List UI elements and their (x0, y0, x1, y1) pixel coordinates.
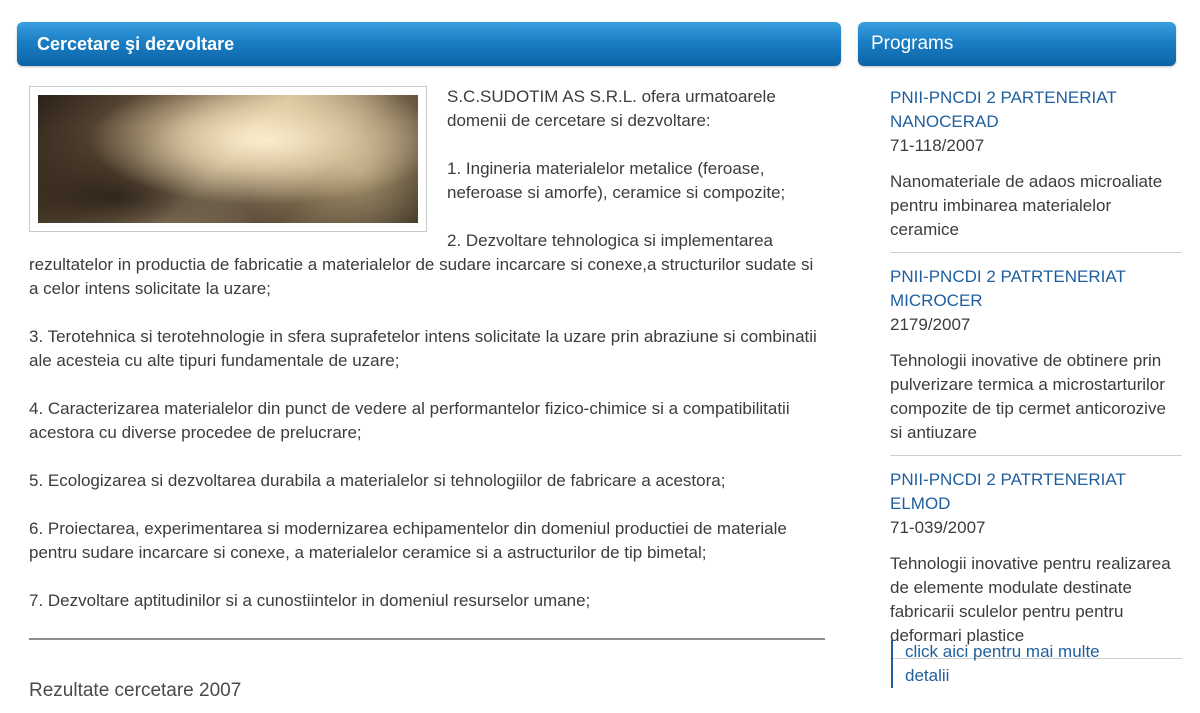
research-item-7: 7. Dezvoltare aptitudinilor si a cunosti… (29, 591, 591, 610)
section-title: Cercetare şi dezvoltare (37, 34, 235, 54)
program-divider (890, 455, 1182, 456)
research-item-5: 5. Ecologizarea si dezvoltarea durabila … (29, 471, 726, 490)
content-divider (29, 638, 825, 640)
research-item-4: 4. Caracterizarea materialelor din punct… (29, 399, 790, 442)
section-header-research: Cercetare şi dezvoltare (17, 22, 841, 66)
welding-sparks-image (38, 95, 418, 223)
program-description: Nanomateriale de adaos microaliate pentr… (890, 172, 1163, 239)
program-item: PNII-PNCDI 2 PATRTENERIAT ELMOD 71-039/2… (890, 468, 1182, 648)
programs-title: Programs (871, 33, 954, 54)
more-details-link[interactable]: click aici pentru mai multe detalii (891, 640, 1105, 688)
research-item-6: 6. Proiectarea, experimentarea si modern… (29, 519, 787, 562)
program-title: PNII-PNCDI 2 PATRTENERIAT MICROCER (890, 267, 1126, 310)
section-header-programs: Programs (858, 22, 1176, 66)
program-description: Tehnologii inovative pentru realizarea d… (890, 554, 1171, 645)
program-title: PNII-PNCDI 2 PATRTENERIAT ELMOD (890, 470, 1126, 513)
research-item-2: 2. Dezvoltare tehnologica si implementar… (29, 231, 814, 298)
research-item-3: 3. Terotehnica si terotehnologie in sfer… (29, 327, 817, 370)
program-code: 71-118/2007 (890, 136, 985, 155)
program-code: 71-039/2007 (890, 518, 986, 537)
program-title: PNII-PNCDI 2 PARTENERIAT NANOCERAD (890, 88, 1117, 131)
program-divider (890, 252, 1182, 253)
programs-sidebar: PNII-PNCDI 2 PARTENERIAT NANOCERAD 71-11… (890, 86, 1182, 671)
program-item: PNII-PNCDI 2 PARTENERIAT NANOCERAD 71-11… (890, 86, 1182, 242)
main-content: S.C.SUDOTIM AS S.R.L. ofera urmatoarele … (29, 85, 825, 701)
program-item: PNII-PNCDI 2 PATRTENERIAT MICROCER 2179/… (890, 265, 1182, 445)
research-photo-frame (29, 86, 427, 232)
results-heading: Rezultate cercetare 2007 (29, 680, 242, 701)
program-code: 2179/2007 (890, 315, 971, 334)
page: Cercetare şi dezvoltare Programs S.C.SUD… (0, 0, 1200, 713)
program-description: Tehnologii inovative de obtinere prin pu… (890, 351, 1166, 442)
